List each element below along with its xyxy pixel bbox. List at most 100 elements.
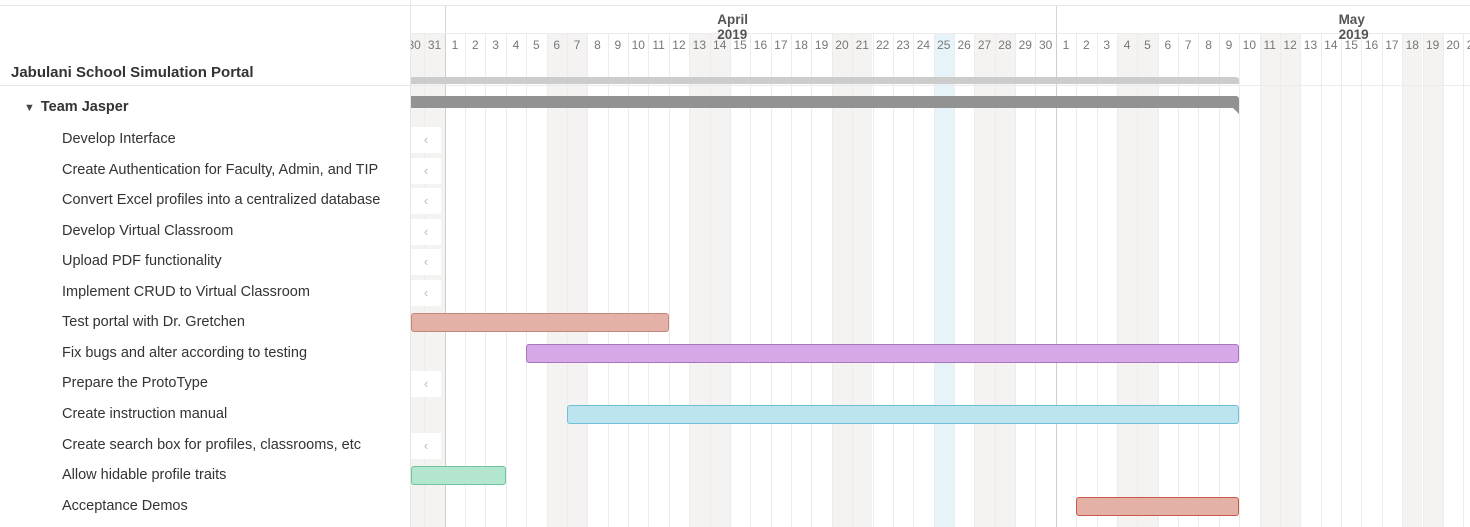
day-column: [1422, 33, 1443, 527]
day-label: 28: [998, 38, 1012, 52]
task-name[interactable]: Prepare the ProtoType: [62, 375, 208, 391]
task-bar[interactable]: [566, 404, 1240, 424]
group-name: Team Jasper: [40, 99, 129, 115]
task-name[interactable]: Develop Virtual Classroom: [62, 223, 233, 239]
day-label: 17: [774, 38, 788, 52]
month-label: April 2019: [717, 12, 749, 42]
day-label: 13: [692, 38, 707, 52]
task-name[interactable]: Create search box for profiles, classroo…: [62, 437, 361, 453]
task-name[interactable]: Acceptance Demos: [62, 498, 188, 514]
day-label: 5: [1144, 38, 1151, 52]
day-label: 20: [835, 38, 849, 52]
day-label: 22: [876, 38, 890, 52]
month-header: [1055, 5, 1470, 33]
day-label: 5: [533, 38, 540, 52]
group-summary-bar[interactable]: [411, 96, 1240, 108]
day-label: 8: [594, 38, 601, 52]
row-divider: [411, 33, 1470, 34]
day-column: [1463, 33, 1470, 527]
task-name[interactable]: Implement CRUD to Virtual Classroom: [62, 284, 310, 300]
scroll-to-task-chevron-left-icon[interactable]: ‹: [411, 432, 441, 459]
day-label: 21: [1463, 38, 1470, 52]
day-label: 1: [451, 38, 459, 52]
scroll-to-task-chevron-left-icon[interactable]: ‹: [411, 371, 441, 398]
day-column: [1300, 33, 1320, 527]
day-label: 9: [614, 38, 622, 52]
day-label: 7: [1184, 38, 1192, 52]
project-summary-bar[interactable]: [411, 77, 1240, 84]
day-label: 11: [1263, 38, 1276, 52]
scroll-to-task-chevron-left-icon[interactable]: ‹: [411, 127, 441, 153]
day-label: 1: [1062, 38, 1070, 52]
month-header: [444, 5, 1056, 33]
day-column: [1442, 33, 1463, 527]
task-bar[interactable]: [526, 343, 1240, 363]
scroll-to-task-chevron-left-icon[interactable]: ‹: [411, 279, 441, 306]
task-name[interactable]: Fix bugs and alter according to testing: [62, 345, 307, 361]
month-header: [411, 5, 445, 33]
day-column: [1361, 33, 1381, 527]
day-label: 2: [1083, 38, 1090, 52]
day-label: 2: [471, 38, 479, 52]
group-bar-notch: [1233, 108, 1240, 114]
scroll-to-task-chevron-left-icon[interactable]: ‹: [411, 157, 441, 184]
day-column: [1320, 33, 1341, 527]
day-label: 7: [573, 38, 581, 52]
day-column: [1239, 33, 1259, 527]
day-column: [1381, 33, 1402, 527]
day-label: 27: [977, 38, 992, 52]
day-label: 6: [1164, 38, 1172, 52]
task-list-panel: Jabulani School Simulation Portal ▼ Team …: [0, 0, 411, 527]
day-label: 12: [1283, 38, 1297, 52]
day-label: 4: [512, 38, 520, 52]
group-team-jasper[interactable]: ▼ Team Jasper: [24, 99, 128, 115]
task-name[interactable]: Develop Interface: [62, 131, 176, 147]
day-column: [1341, 33, 1361, 527]
day-label: 10: [631, 38, 645, 52]
day-column: [1402, 33, 1423, 527]
collapse-triangle-icon[interactable]: ▼: [24, 102, 35, 114]
task-name[interactable]: Upload PDF functionality: [62, 253, 222, 269]
day-label: 31: [427, 38, 442, 52]
day-label: 24: [916, 38, 931, 52]
scroll-to-task-chevron-left-icon[interactable]: ‹: [411, 218, 441, 245]
day-label: 6: [553, 38, 561, 52]
task-bar[interactable]: [411, 313, 669, 333]
task-name[interactable]: Create Authentication for Faculty, Admin…: [62, 162, 378, 178]
day-label: 11: [652, 38, 665, 52]
day-label: 25: [937, 38, 951, 52]
day-label: 4: [1123, 38, 1131, 52]
day-label: 10: [1242, 38, 1257, 52]
header-divider: [0, 5, 1470, 6]
day-label: 29: [1018, 38, 1032, 52]
task-name[interactable]: Allow hidable profile traits: [62, 467, 226, 483]
gantt-chart[interactable]: 3031123456789101112131415161718192021222…: [411, 0, 1470, 527]
day-label: 23: [896, 38, 910, 52]
day-label: 3: [492, 38, 499, 52]
day-label: 9: [1225, 38, 1233, 52]
project-title[interactable]: Jabulani School Simulation Portal: [11, 64, 254, 81]
day-label: 26: [957, 38, 971, 52]
scroll-to-task-chevron-left-icon[interactable]: ‹: [411, 188, 441, 215]
day-label: 16: [753, 38, 768, 52]
task-name[interactable]: Create instruction manual: [62, 406, 227, 422]
month-label: May 2019: [1338, 12, 1369, 42]
day-label: 18: [1405, 38, 1419, 52]
day-label: 21: [855, 38, 869, 52]
day-label: 12: [672, 38, 686, 52]
day-column: [1279, 33, 1301, 527]
task-bar[interactable]: [411, 466, 506, 486]
task-name[interactable]: Convert Excel profiles into a centralize…: [62, 192, 380, 208]
day-label: 30: [1038, 38, 1053, 52]
row-divider: [411, 85, 1470, 86]
day-label: 17: [1385, 38, 1399, 52]
task-name[interactable]: Test portal with Dr. Gretchen: [62, 314, 245, 330]
task-bar[interactable]: [1076, 496, 1240, 516]
divider: [0, 85, 410, 86]
day-label: 13: [1303, 38, 1318, 52]
day-label: 20: [1446, 38, 1460, 52]
day-label: 30: [411, 38, 421, 52]
day-label: 19: [814, 38, 829, 52]
scroll-to-task-chevron-left-icon[interactable]: ‹: [411, 249, 441, 276]
day-label: 8: [1205, 38, 1212, 52]
